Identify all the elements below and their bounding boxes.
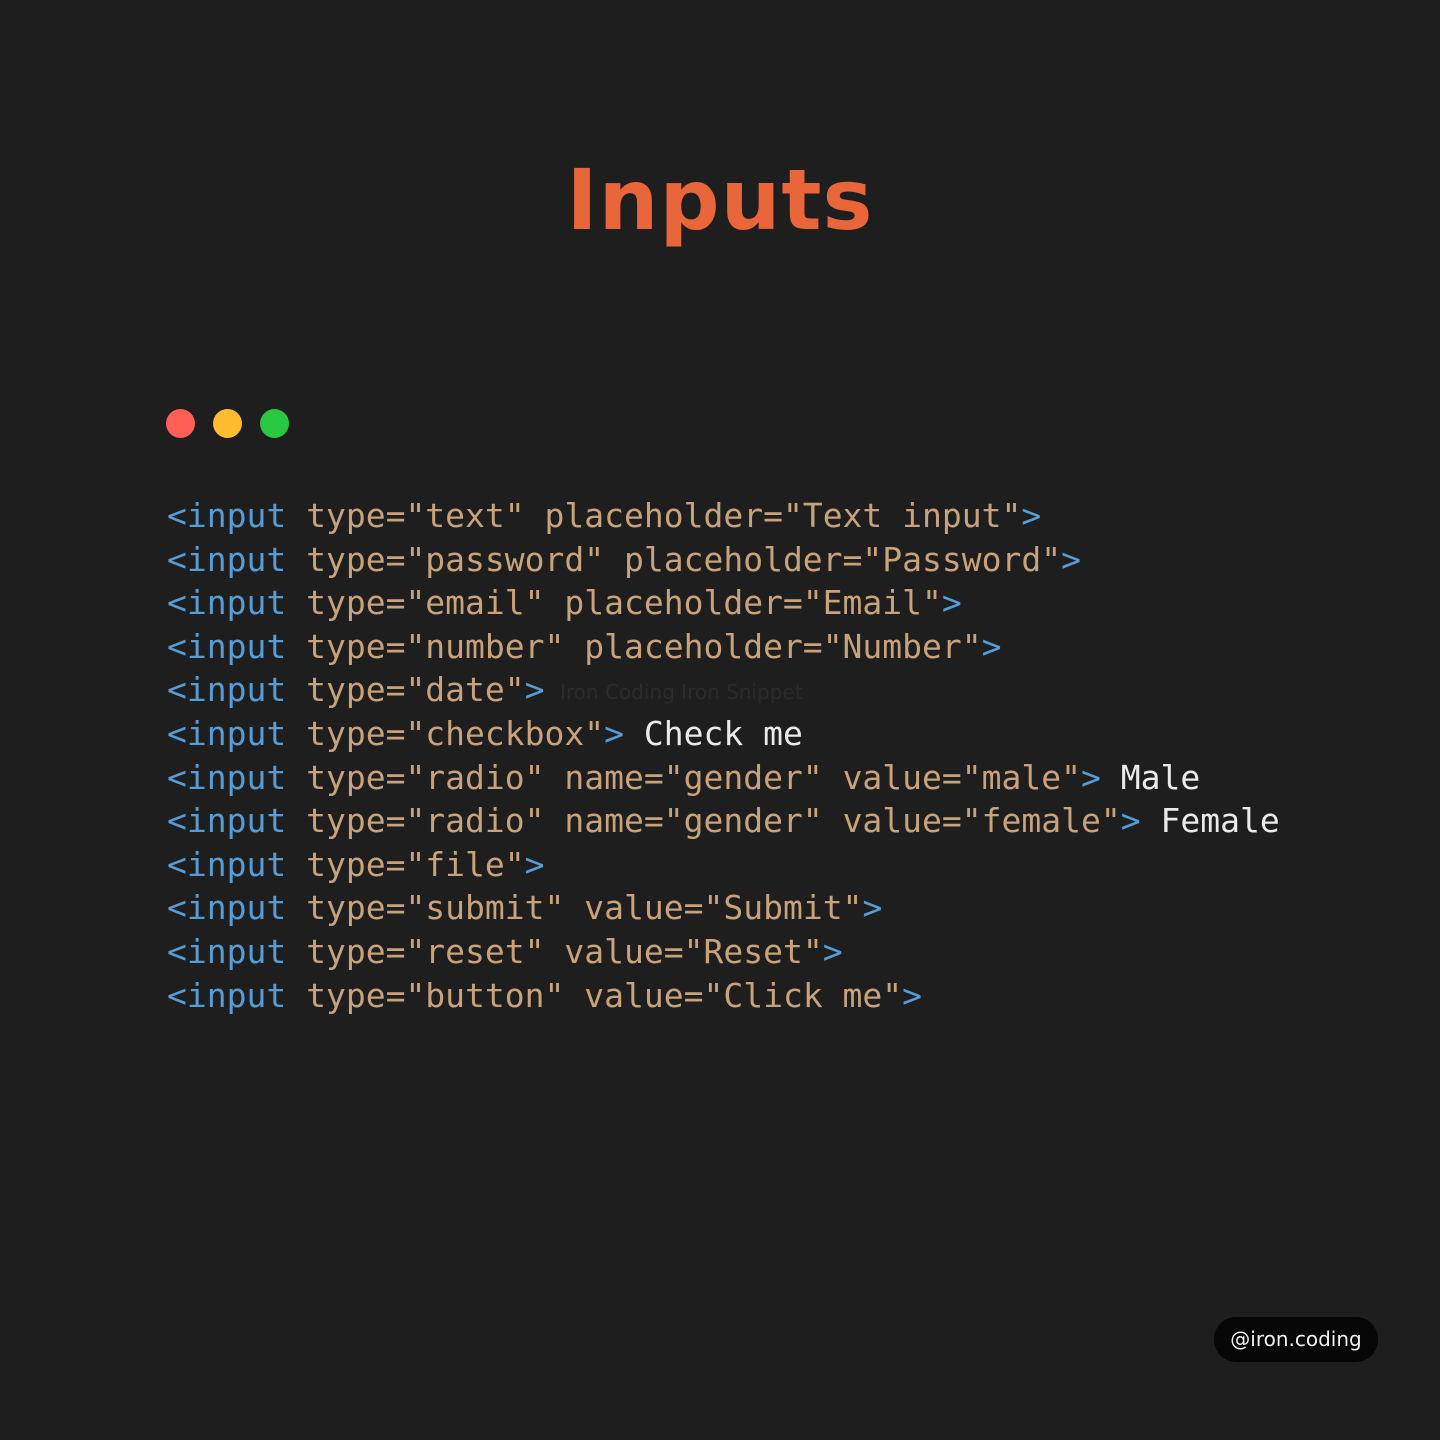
tag-close: > bbox=[1120, 801, 1141, 841]
tag-open: <input bbox=[167, 931, 287, 971]
label-text: Check me bbox=[643, 713, 803, 753]
code-line: <input type="button" value="Click me"> bbox=[167, 974, 1280, 1018]
code-line: <input type="checkbox"> Check me bbox=[167, 712, 1280, 756]
attribute-value: "submit" bbox=[405, 888, 565, 928]
page-title: Inputs bbox=[566, 151, 874, 249]
attribute-value: "checkbox" bbox=[405, 713, 605, 753]
attribute-name: type= bbox=[306, 801, 406, 841]
attribute-name: value= bbox=[842, 801, 962, 841]
attribute-value: "female" bbox=[961, 801, 1121, 841]
attribute-name: type= bbox=[306, 496, 406, 535]
code-line: <input type="reset" value="Reset"> bbox=[167, 930, 1280, 974]
label-text: Male bbox=[1120, 757, 1201, 797]
attribute-name: placeholder= bbox=[624, 539, 863, 579]
code-block: <input type="text" placeholder="Text inp… bbox=[167, 494, 1280, 1017]
tag-close: > bbox=[1021, 496, 1042, 535]
attribute-value: "Click me" bbox=[703, 975, 903, 1015]
attribute-value: "radio" bbox=[405, 801, 545, 841]
attribute-value: "Password" bbox=[862, 539, 1062, 579]
tag-open: <input bbox=[167, 888, 287, 928]
code-line: <input type="submit" value="Submit"> bbox=[167, 886, 1280, 930]
attribute-value: "reset" bbox=[405, 931, 545, 971]
attribute-value: "text" bbox=[405, 496, 525, 535]
tag-close: > bbox=[524, 844, 545, 884]
attribute-value: "file" bbox=[405, 844, 525, 884]
attribute-name: type= bbox=[306, 713, 406, 753]
attribute-name: type= bbox=[306, 931, 406, 971]
attribute-name: value= bbox=[584, 888, 704, 928]
attribute-value: "radio" bbox=[405, 757, 545, 797]
attribute-value: "Number" bbox=[822, 626, 982, 666]
attribute-value: "password" bbox=[405, 539, 605, 579]
tag-close: > bbox=[981, 626, 1002, 666]
attribute-name: type= bbox=[306, 670, 406, 710]
attribute-name: name= bbox=[564, 801, 664, 841]
attribute-value: "Reset" bbox=[683, 931, 823, 971]
tag-close: > bbox=[524, 670, 545, 710]
attribute-value: "Text input" bbox=[782, 496, 1022, 535]
attribute-name: placeholder= bbox=[544, 496, 783, 535]
attribute-value: "email" bbox=[405, 583, 545, 623]
attribute-name: type= bbox=[306, 757, 406, 797]
label-text: Female bbox=[1160, 801, 1280, 841]
attribute-name: type= bbox=[306, 888, 406, 928]
tag-open: <input bbox=[167, 844, 287, 884]
attribute-name: type= bbox=[306, 583, 406, 623]
code-line: <input type="radio" name="gender" value=… bbox=[167, 756, 1280, 800]
attribute-value: "Submit" bbox=[703, 888, 863, 928]
tag-open: <input bbox=[167, 670, 287, 710]
code-line: <input type="file"> bbox=[167, 843, 1280, 887]
attribute-name: type= bbox=[306, 539, 406, 579]
tag-open: <input bbox=[167, 583, 287, 623]
tag-close: > bbox=[822, 931, 843, 971]
maximize-dot-icon bbox=[260, 409, 289, 438]
tag-open: <input bbox=[167, 496, 287, 535]
attribute-name: type= bbox=[306, 975, 406, 1015]
attribute-value: "number" bbox=[405, 626, 565, 666]
tag-open: <input bbox=[167, 801, 287, 841]
tag-close: > bbox=[1061, 539, 1081, 579]
author-handle-badge: @iron.coding bbox=[1214, 1317, 1378, 1362]
code-line: <input type="password" placeholder="Pass… bbox=[167, 538, 1280, 582]
minimize-dot-icon bbox=[213, 409, 242, 438]
tag-open: <input bbox=[167, 626, 287, 666]
tag-open: <input bbox=[167, 539, 287, 579]
code-line: <input type="radio" name="gender" value=… bbox=[167, 799, 1280, 843]
tag-close: > bbox=[1081, 757, 1101, 797]
close-dot-icon bbox=[166, 409, 195, 438]
tag-open: <input bbox=[167, 757, 287, 797]
slide: Inputs Iron Coding Iron Snippet <input t… bbox=[0, 0, 1440, 1440]
code-line: <input type="email" placeholder="Email"> bbox=[167, 581, 1280, 625]
tag-close: > bbox=[604, 713, 624, 753]
attribute-name: type= bbox=[306, 844, 406, 884]
attribute-value: "gender" bbox=[663, 757, 823, 797]
attribute-name: type= bbox=[306, 626, 406, 666]
attribute-value: "date" bbox=[405, 670, 525, 710]
attribute-name: placeholder= bbox=[584, 626, 823, 666]
tag-close: > bbox=[902, 975, 923, 1015]
attribute-value: "gender" bbox=[663, 801, 823, 841]
attribute-value: "male" bbox=[961, 757, 1081, 797]
code-line: <input type="number" placeholder="Number… bbox=[167, 625, 1280, 669]
tag-open: <input bbox=[167, 713, 287, 753]
code-line: <input type="date"> bbox=[167, 668, 1280, 712]
attribute-name: value= bbox=[564, 931, 684, 971]
attribute-value: "Email" bbox=[802, 583, 942, 623]
tag-close: > bbox=[862, 888, 883, 928]
attribute-value: "button" bbox=[405, 975, 565, 1015]
tag-open: <input bbox=[167, 975, 287, 1015]
attribute-name: name= bbox=[564, 757, 664, 797]
attribute-name: value= bbox=[842, 757, 962, 797]
attribute-name: value= bbox=[584, 975, 704, 1015]
code-line: <input type="text" placeholder="Text inp… bbox=[167, 494, 1280, 538]
attribute-name: placeholder= bbox=[564, 583, 803, 623]
tag-close: > bbox=[941, 583, 962, 623]
